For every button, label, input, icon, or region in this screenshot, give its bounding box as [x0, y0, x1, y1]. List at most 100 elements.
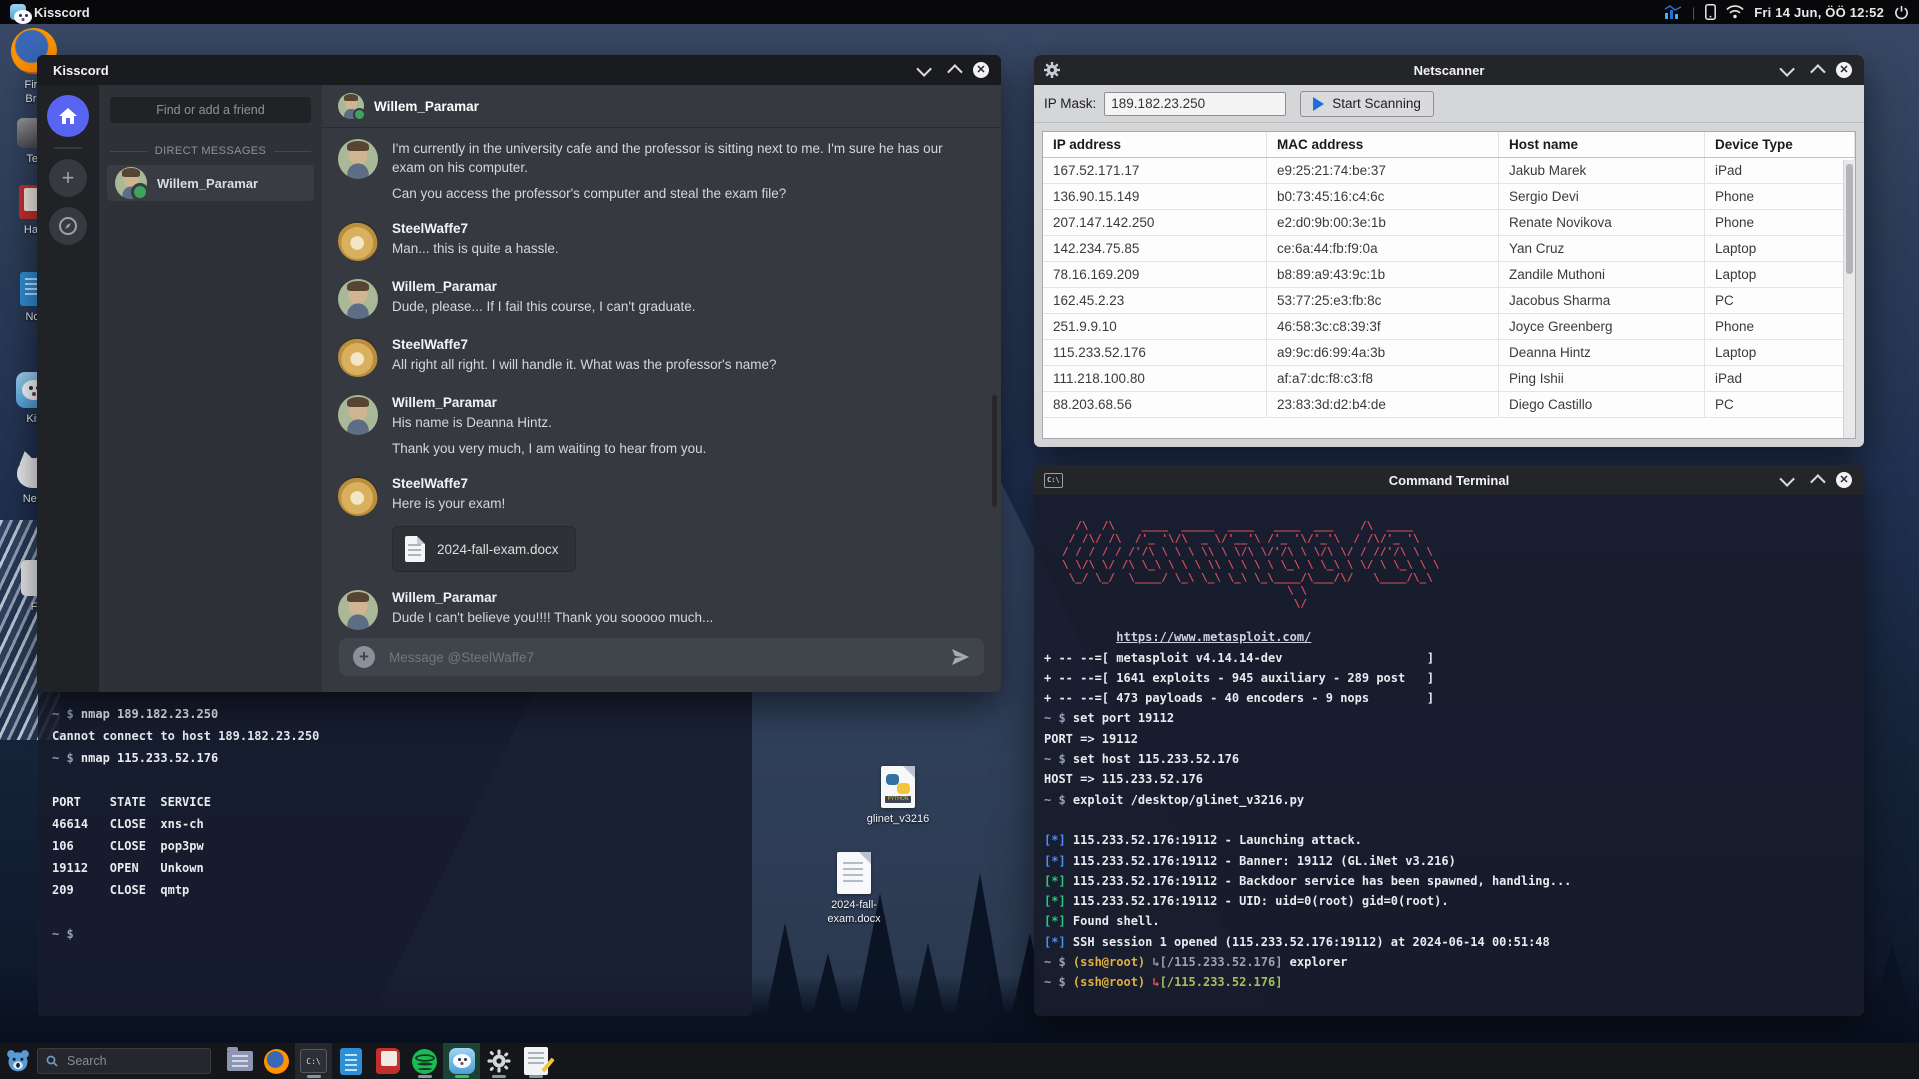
running-indicator — [528, 1075, 543, 1078]
message-input[interactable] — [387, 648, 938, 666]
willem-avatar[interactable] — [338, 279, 378, 319]
docx-file-icon — [837, 852, 871, 894]
maximize-icon[interactable] — [1808, 62, 1826, 80]
find-friend-button[interactable]: Find or add a friend — [110, 97, 311, 123]
dock-settings[interactable] — [480, 1043, 517, 1079]
ip-mask-input[interactable] — [1104, 91, 1287, 116]
chat-scrollbar[interactable] — [992, 395, 997, 507]
network-activity-icon[interactable] — [1664, 5, 1682, 19]
power-icon[interactable] — [1894, 5, 1909, 20]
column-header[interactable]: Host name — [1499, 132, 1705, 157]
column-header[interactable]: MAC address — [1267, 132, 1499, 157]
send-icon[interactable] — [950, 647, 970, 667]
message-text: Dude I can't believe you!!!! Thank you s… — [392, 610, 714, 625]
message-author[interactable]: SteelWaffe7 — [392, 221, 559, 236]
dock-notebook[interactable] — [332, 1043, 369, 1079]
kisscord-icon — [10, 4, 32, 24]
dock-terminal[interactable]: C:\ — [295, 1043, 332, 1079]
table-row[interactable]: 136.90.15.149 b0:73:45:16:c4:6c Sergio Dev… — [1043, 184, 1855, 210]
table-row[interactable]: 207.147.142.250 e2:d0:9b:00:3e:1b Renate N… — [1043, 210, 1855, 236]
home-button[interactable] — [47, 95, 89, 137]
message-author[interactable]: SteelWaffe7 — [392, 337, 777, 352]
terminal-output[interactable]: /\ /\ ____ _____ ____ ____ ___ /\ ____ /… — [1034, 495, 1864, 996]
notepad-pencil-icon — [523, 1047, 548, 1075]
desktop-file-exam[interactable]: 2024-fall- exam.docx — [820, 852, 888, 926]
compass-icon — [59, 217, 77, 235]
minimize-icon[interactable] — [915, 60, 933, 78]
active-app-indicator[interactable]: Kisscord — [10, 4, 90, 24]
taskbar-search[interactable] — [37, 1048, 211, 1074]
table-row[interactable]: 78.16.169.209 b8:89:a9:43:9c:1b Zandile Mu… — [1043, 262, 1855, 288]
chat-message: SteelWaffe7 All right all right. I will h… — [338, 337, 983, 377]
chat-messages[interactable]: I'm currently in the university cafe and… — [322, 127, 1001, 632]
desktop-screen: Fire Bro Ter Han Not Kis Nets F PYTHON g… — [0, 0, 1919, 1079]
bear-logo[interactable] — [5, 1048, 31, 1074]
message-composer[interactable]: + — [339, 638, 984, 676]
dock-firefox[interactable] — [258, 1043, 295, 1079]
column-header[interactable]: Device Type — [1705, 132, 1855, 157]
maximize-icon[interactable] — [1808, 472, 1826, 490]
phone-icon[interactable] — [1705, 4, 1717, 20]
search-input[interactable] — [65, 1053, 202, 1069]
chat-message: Willem_Paramar Dude I can't believe you!!… — [338, 590, 983, 630]
willem-avatar[interactable] — [338, 139, 378, 179]
document-icon — [405, 536, 425, 562]
sidebar-item-willem[interactable]: Willem_Paramar — [107, 165, 314, 201]
wifi-icon[interactable] — [1726, 5, 1744, 19]
dock-reader[interactable] — [369, 1043, 406, 1079]
table-row[interactable]: 88.203.68.56 23:83:3d:d2:b4:de Diego Casti… — [1043, 392, 1855, 418]
table-row[interactable]: 162.45.2.23 53:77:25:e3:fb:8c Jacobus Shar… — [1043, 288, 1855, 314]
attachment-card[interactable]: 2024-fall-exam.docx — [392, 526, 576, 572]
message-author[interactable]: SteelWaffe7 — [392, 476, 576, 491]
minimize-icon[interactable] — [1778, 60, 1796, 78]
dock-text-editor[interactable] — [517, 1043, 554, 1079]
explore-button[interactable] — [49, 207, 87, 245]
scan-results-table: IP address MAC address Host name Device Typ… — [1042, 131, 1856, 439]
doge-avatar[interactable] — [338, 476, 378, 516]
dock-kisscord[interactable] — [443, 1043, 480, 1079]
willem-avatar[interactable] — [338, 395, 378, 435]
willem-avatar[interactable] — [338, 93, 366, 121]
message-text: Man... this is quite a hassle. — [392, 241, 559, 256]
maximize-icon[interactable] — [945, 62, 963, 80]
doge-avatar[interactable] — [338, 337, 378, 377]
terminal-icon: C:\ — [300, 1049, 327, 1073]
minimize-icon[interactable] — [1778, 470, 1796, 488]
desktop-file-glinet[interactable]: PYTHON glinet_v3216 — [864, 766, 932, 826]
background-terminal-output: ~ $ nmap 189.182.23.250 Cannot connect to… — [52, 707, 320, 941]
table-row[interactable]: 115.233.52.176 a9:9c:d6:99:4a:3b Deanna Hi… — [1043, 340, 1855, 366]
table-row[interactable]: 142.234.75.85 ce:6a:44:fb:f9:0a Yan Cruz La… — [1043, 236, 1855, 262]
table-row[interactable]: 251.9.9.10 46:58:3c:c8:39:3f Joyce Greenbe… — [1043, 314, 1855, 340]
add-server-button[interactable]: + — [49, 159, 87, 197]
willem-avatar[interactable] — [338, 590, 378, 630]
message-text: Here is your exam! — [392, 496, 506, 511]
start-scanning-button[interactable]: Start Scanning — [1300, 90, 1434, 117]
spotify-icon — [412, 1048, 437, 1074]
close-icon[interactable]: ✕ — [973, 62, 989, 78]
close-icon[interactable]: ✕ — [1836, 62, 1852, 78]
dock-files[interactable] — [221, 1043, 258, 1079]
running-indicator — [306, 1075, 321, 1078]
kisscord-titlebar[interactable]: Kisscord ✕ — [37, 55, 1001, 85]
blue-notebook-icon — [339, 1047, 362, 1075]
dock-spotify[interactable] — [406, 1043, 443, 1079]
table-row[interactable]: 111.218.100.80 af:a7:dc:f8:c3:f8 Ping Ishi… — [1043, 366, 1855, 392]
chat-message: I'm currently in the university cafe and… — [338, 139, 983, 203]
table-row[interactable]: 167.52.171.17 e9:25:21:74:be:37 Jakub Mare… — [1043, 158, 1855, 184]
message-text: I'm currently in the university cafe and… — [392, 141, 943, 175]
column-header[interactable]: IP address — [1043, 132, 1267, 157]
gear-icon — [1044, 62, 1060, 78]
netscanner-titlebar[interactable]: Netscanner ✕ — [1034, 55, 1864, 85]
play-icon — [1313, 96, 1325, 111]
chat-panel: Willem_Paramar I'm currently in the univ… — [322, 85, 1001, 692]
clock[interactable]: Fri 14 Jun, ÖÖ 12:52 — [1754, 5, 1884, 20]
message-author[interactable]: Willem_Paramar — [392, 590, 713, 605]
doge-avatar[interactable] — [338, 221, 378, 261]
attach-plus-icon[interactable]: + — [353, 646, 375, 668]
terminal-titlebar[interactable]: C:\ Command Terminal ✕ — [1034, 465, 1864, 495]
table-scrollbar[interactable] — [1843, 160, 1855, 438]
close-icon[interactable]: ✕ — [1836, 472, 1852, 488]
message-author[interactable]: Willem_Paramar — [392, 395, 706, 410]
message-author[interactable]: Willem_Paramar — [392, 279, 696, 294]
metasploit-ascii-art: /\ /\ ____ _____ ____ ____ ___ /\ ____ /… — [1062, 519, 1440, 610]
